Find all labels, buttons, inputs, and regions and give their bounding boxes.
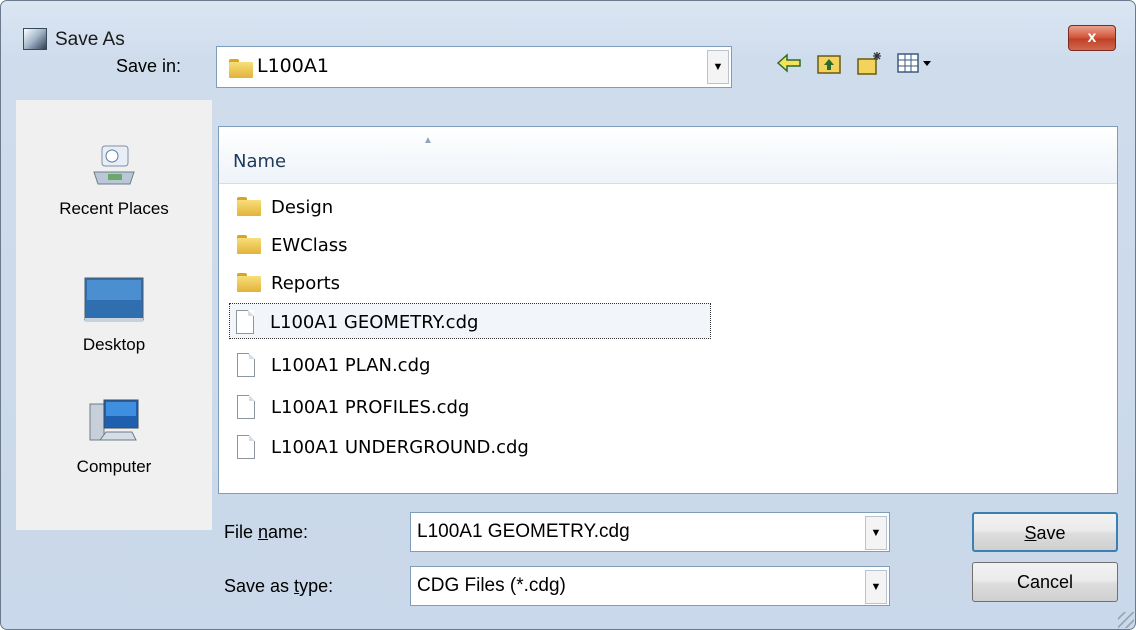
places-recent[interactable]: Recent Places	[16, 142, 212, 219]
folder-icon	[237, 271, 261, 293]
file-icon	[236, 310, 254, 334]
column-header-name[interactable]: ▲ Name	[219, 127, 1117, 184]
file-name-label: File name:	[224, 522, 309, 542]
file-list[interactable]: ▲ Name Design EWClass Reports L100A1 GEO…	[218, 126, 1118, 494]
file-icon	[237, 395, 255, 419]
save-button[interactable]: Save	[972, 512, 1118, 552]
places-bar: Recent Places Desktop Computer	[16, 100, 212, 530]
save-type-value: CDG Files (*.cdg)	[417, 575, 566, 596]
save-type-label: Save as type:	[224, 576, 334, 596]
chevron-down-icon[interactable]: ▼	[707, 50, 729, 84]
close-button[interactable]: x	[1068, 25, 1116, 51]
file-name-value: L100A1 GEOMETRY.cdg	[417, 521, 630, 542]
save-in-label: Save in:	[116, 56, 182, 76]
folder-icon	[229, 57, 253, 79]
resize-grip[interactable]	[1118, 612, 1134, 628]
title-bar[interactable]: Save As x	[1, 1, 1135, 51]
column-name-label: Name	[233, 151, 287, 172]
back-arrow-icon[interactable]	[776, 50, 802, 76]
app-icon	[23, 28, 47, 50]
folder-icon	[237, 195, 261, 217]
chevron-down-icon[interactable]: ▼	[865, 516, 887, 550]
save-in-value: L100A1	[257, 55, 329, 77]
file-icon	[237, 435, 255, 459]
file-icon	[237, 353, 255, 377]
desktop-icon	[84, 277, 144, 322]
save-type-dropdown[interactable]: CDG Files (*.cdg) ▼	[410, 566, 890, 606]
window-title: Save As	[55, 29, 125, 50]
view-menu-icon[interactable]	[896, 50, 936, 76]
up-folder-icon[interactable]	[816, 50, 842, 76]
new-folder-icon[interactable]	[856, 50, 882, 76]
list-item-file-selected[interactable]: L100A1 GEOMETRY.cdg	[229, 303, 711, 339]
file-name-field[interactable]: L100A1 GEOMETRY.cdg ▼	[410, 512, 890, 552]
recent-places-icon	[93, 145, 135, 185]
save-in-dropdown[interactable]: L100A1 ▼	[216, 46, 732, 88]
folder-icon	[237, 233, 261, 255]
computer-icon	[89, 399, 139, 441]
sort-arrow-icon: ▲	[423, 135, 433, 146]
places-desktop[interactable]: Desktop	[16, 276, 212, 355]
chevron-down-icon[interactable]: ▼	[865, 570, 887, 604]
cancel-button[interactable]: Cancel	[972, 562, 1118, 602]
places-computer[interactable]: Computer	[16, 396, 212, 477]
